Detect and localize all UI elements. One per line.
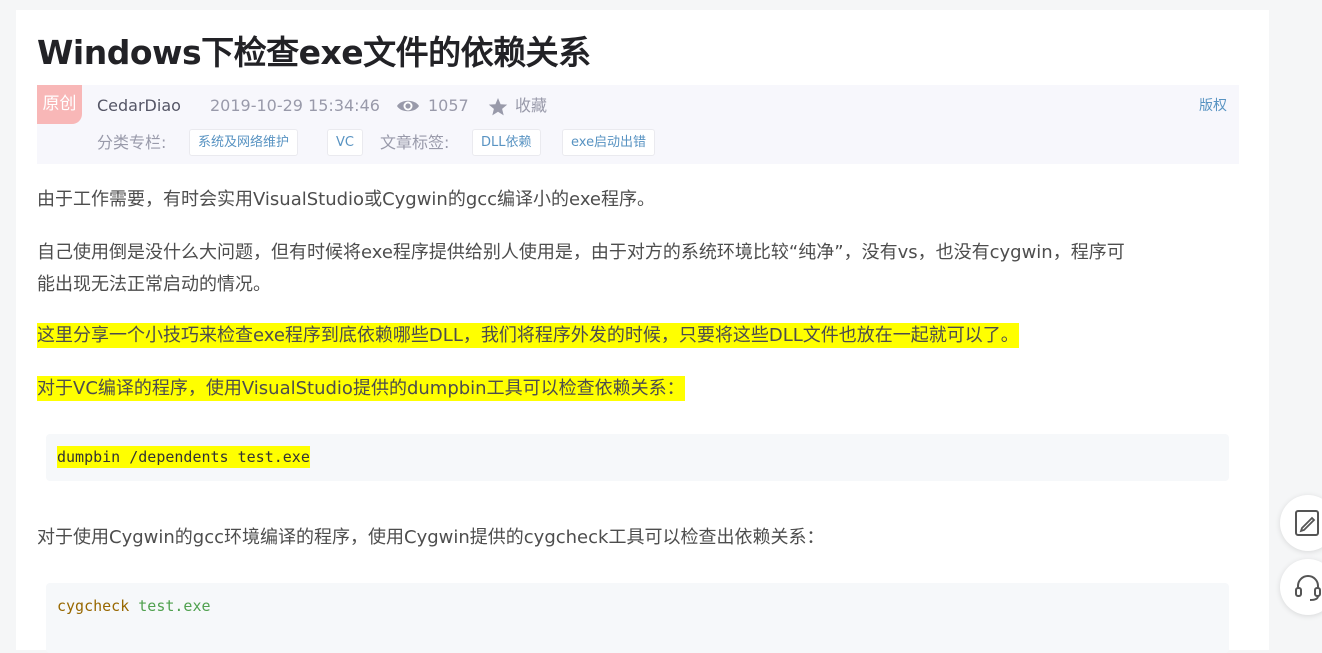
support-float-button[interactable]	[1280, 559, 1322, 615]
code-argument: test.exe	[138, 597, 211, 615]
eye-icon	[397, 100, 419, 112]
category-label: 分类专栏:	[97, 133, 167, 152]
category-tag[interactable]: VC	[327, 129, 363, 156]
highlight: 这里分享一个小技巧来检查exe程序到底依赖哪些DLL，我们将程序外发的时候，只要…	[37, 323, 1019, 348]
article-meta-box: 原创 CedarDiao 2019-10-29 15:34:46 1057 收藏…	[37, 85, 1239, 164]
category-tag[interactable]: 系统及网络维护	[189, 129, 299, 156]
paragraph: 自己使用倒是没什么大问题，但有时候将exe程序提供给别人使用是，由于对方的系统环…	[37, 242, 1125, 263]
publish-date: 2019-10-29 15:34:46	[210, 96, 380, 115]
code-line: cygcheck test.exe	[57, 597, 211, 615]
code-block[interactable]: cygcheck test.exe	[46, 583, 1229, 653]
code-line: dumpbin /dependents test.exe	[57, 446, 310, 468]
edit-icon	[1295, 510, 1319, 536]
edit-float-button[interactable]	[1280, 495, 1322, 551]
code-highlight: dumpbin /dependents test.exe	[57, 446, 310, 468]
article-container: Windows下检查exe文件的依赖关系 原创 CedarDiao 2019-1…	[16, 10, 1269, 653]
collect-button[interactable]: 收藏	[515, 95, 547, 117]
code-command: cygcheck	[57, 597, 130, 615]
article-tag[interactable]: DLL依赖	[472, 129, 541, 156]
paragraph: 对于使用Cygwin的gcc环境编译的程序，使用Cygwin提供的cygchec…	[37, 527, 825, 548]
highlighted-paragraph: 对于VC编译的程序，使用VisualStudio提供的dumpbin工具可以检查…	[37, 372, 685, 405]
star-icon[interactable]	[487, 96, 509, 118]
code-block[interactable]: dumpbin /dependents test.exe	[46, 434, 1229, 481]
paragraph: 由于工作需要，有时会实用VisualStudio或Cygwin的gcc编译小的e…	[37, 189, 655, 210]
article-tag[interactable]: exe启动出错	[562, 129, 656, 156]
tags-label: 文章标签:	[380, 133, 450, 152]
article-title: Windows下检查exe文件的依赖关系	[37, 33, 591, 72]
headset-icon	[1295, 575, 1321, 601]
highlighted-paragraph: 这里分享一个小技巧来检查exe程序到底依赖哪些DLL，我们将程序外发的时候，只要…	[37, 319, 1019, 352]
original-badge: 原创	[37, 85, 82, 124]
view-count: 1057	[428, 96, 469, 115]
highlight: 对于VC编译的程序，使用VisualStudio提供的dumpbin工具可以检查…	[37, 376, 685, 401]
copyright-link[interactable]: 版权	[1199, 96, 1227, 116]
paragraph: 能出现无法正常启动的情况。	[37, 274, 271, 295]
author-link[interactable]: CedarDiao	[97, 95, 181, 117]
